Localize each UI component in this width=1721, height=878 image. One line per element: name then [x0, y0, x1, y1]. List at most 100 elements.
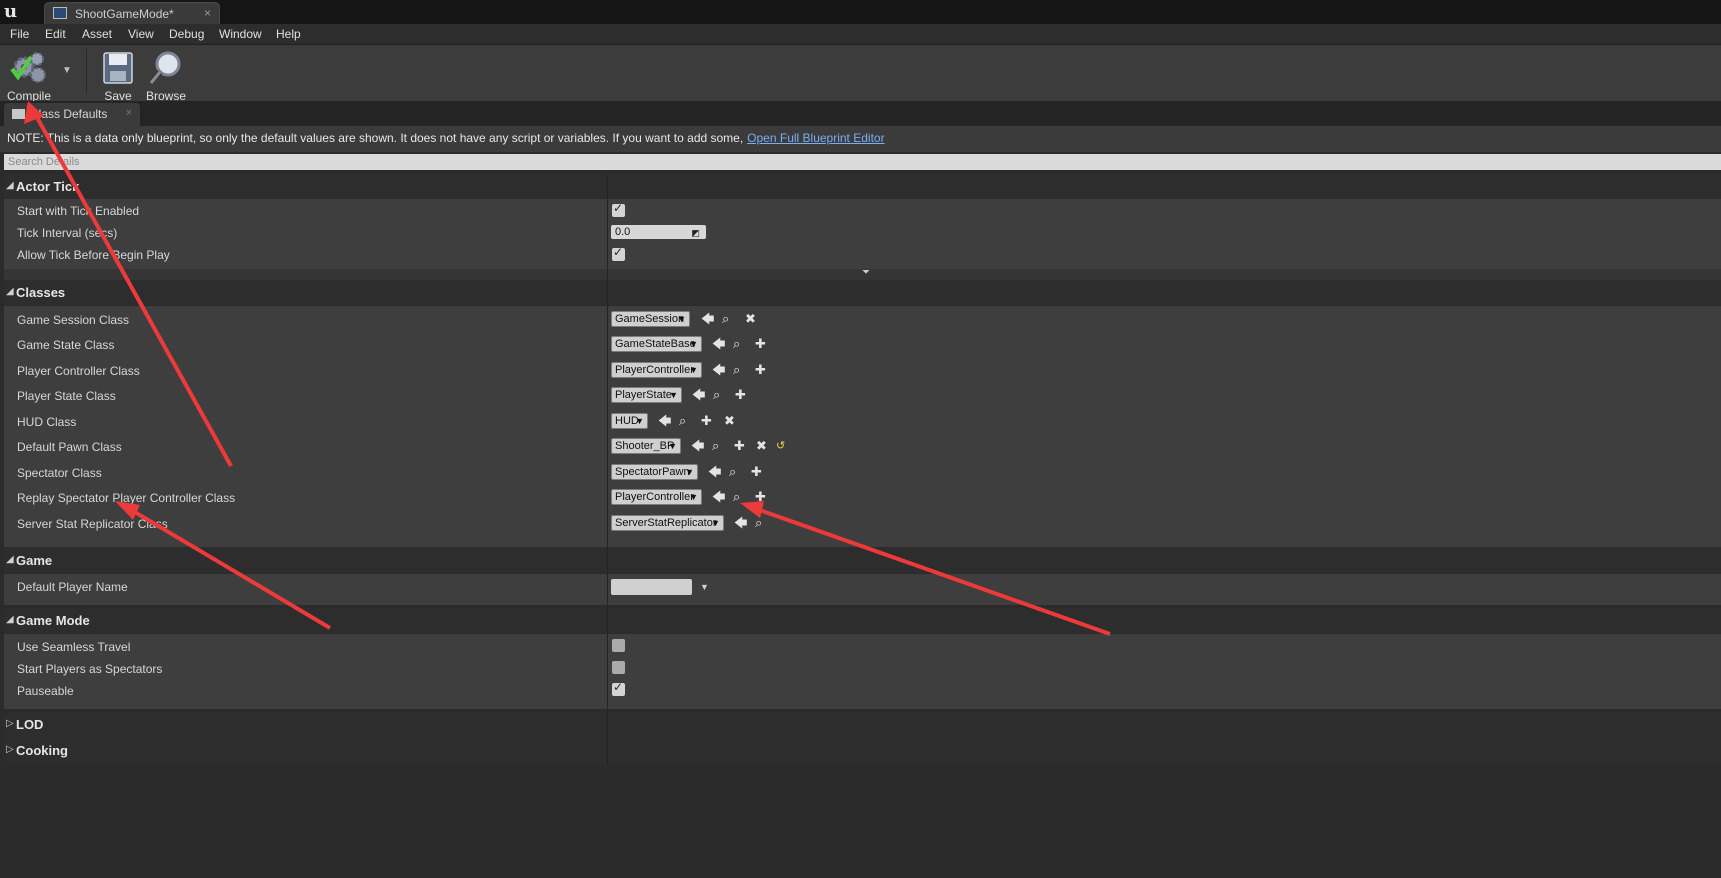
search-icon[interactable]: ⌕ [712, 439, 719, 453]
chevron-down-icon[interactable]: ▼ [62, 65, 72, 76]
close-icon[interactable]: × [204, 6, 211, 20]
search-icon[interactable]: ⌕ [729, 465, 736, 479]
spectator-class-combo[interactable]: SpectatorPawn ▼ [611, 464, 698, 480]
arrow-left-icon[interactable]: 🡄 [701, 312, 714, 326]
browse-button[interactable]: Browse [144, 49, 188, 103]
tick-interval-input[interactable]: 0.0 ◩ [611, 225, 706, 239]
arrow-left-icon[interactable]: 🡄 [712, 363, 725, 377]
menu-window[interactable]: Window [219, 27, 262, 41]
compile-button[interactable]: Compile [6, 49, 52, 103]
category-label: Game [16, 553, 53, 568]
use-seamless-travel-checkbox[interactable] [612, 639, 625, 652]
category-label: Actor Tick [16, 179, 80, 194]
tab-class-defaults[interactable]: Class Defaults × [4, 103, 140, 126]
advanced-expander[interactable]: ⏷ [4, 267, 1721, 280]
close-icon[interactable]: ✖ [724, 414, 735, 428]
save-button[interactable]: Save [100, 49, 136, 103]
category-actor-tick[interactable]: ◢ Actor Tick [4, 174, 1721, 199]
category-cooking[interactable]: ▷ Cooking [4, 738, 1721, 763]
search-input[interactable] [4, 154, 1721, 170]
expand-arrow-icon[interactable]: ▷ [6, 744, 14, 755]
open-full-blueprint-editor-link[interactable]: Open Full Blueprint Editor [747, 131, 884, 145]
tab-class-defaults-label: Class Defaults [30, 107, 108, 121]
column-splitter[interactable] [607, 174, 608, 764]
chevron-down-icon[interactable]: ▼ [700, 581, 709, 593]
collapse-arrow-icon[interactable]: ◢ [6, 286, 14, 297]
document-tab[interactable]: ShootGameMode* × [44, 2, 220, 24]
reset-arrow-icon[interactable]: ↺ [776, 440, 785, 452]
unreal-logo-icon[interactable]: u [4, 2, 24, 22]
plus-icon[interactable]: ✚ [755, 337, 766, 351]
menu-view[interactable]: View [128, 27, 154, 41]
start-with-tick-enabled-checkbox[interactable]: ✓ [612, 201, 625, 217]
search-icon[interactable]: ⌕ [755, 516, 762, 530]
plus-icon[interactable]: ✚ [734, 439, 745, 453]
combo-value: GameStateBase [615, 338, 696, 350]
property-label: Player State Class [17, 389, 116, 403]
property-label: Player Controller Class [17, 364, 140, 378]
menu-help[interactable]: Help [276, 27, 301, 41]
player-controller-class-combo[interactable]: PlayerController ▼ [611, 362, 702, 378]
arrow-left-icon[interactable]: 🡄 [708, 465, 721, 479]
category-classes[interactable]: ◢ Classes [4, 280, 1721, 305]
category-game-mode[interactable]: ◢ Game Mode [4, 608, 1721, 633]
close-icon[interactable]: ✖ [756, 439, 767, 453]
search-icon[interactable]: ⌕ [733, 337, 740, 351]
plus-icon[interactable]: ✚ [751, 465, 762, 479]
arrow-left-icon[interactable]: 🡄 [691, 439, 704, 453]
menu-edit[interactable]: Edit [45, 27, 66, 41]
toolbar-separator [86, 49, 87, 93]
combo-value: PlayerController [615, 364, 694, 376]
close-icon[interactable]: ✖ [745, 312, 756, 326]
property-label: Start with Tick Enabled [17, 204, 140, 218]
game-state-class-combo[interactable]: GameStateBase ▼ [611, 336, 702, 352]
game-session-class-combo[interactable]: GameSession ▼ [611, 311, 690, 327]
actor-tick-properties: Start with Tick Enabled ✓ Tick Interval … [4, 199, 1721, 269]
start-players-as-spectators-checkbox[interactable] [612, 661, 625, 674]
game-properties: Default Player Name ▼ [4, 574, 1721, 605]
hud-class-combo[interactable]: HUD ▼ [611, 413, 648, 429]
collapse-arrow-icon[interactable]: ◢ [6, 554, 14, 565]
magnifier-icon [148, 51, 181, 85]
menu-asset[interactable]: Asset [82, 27, 112, 41]
plus-icon[interactable]: ✚ [735, 388, 746, 402]
close-icon[interactable]: × [126, 107, 132, 119]
arrow-left-icon[interactable]: 🡄 [712, 337, 725, 351]
search-icon[interactable]: ⌕ [722, 312, 729, 326]
default-player-name-input[interactable] [611, 579, 692, 595]
replay-spectator-player-controller-class-combo[interactable]: PlayerController ▼ [611, 489, 702, 505]
category-label: Classes [16, 285, 66, 300]
arrow-left-icon[interactable]: 🡄 [712, 490, 725, 504]
combo-value: SpectatorPawn [615, 466, 690, 478]
allow-tick-before-begin-play-checkbox[interactable]: ✓ [612, 245, 625, 261]
menu-debug[interactable]: Debug [169, 27, 204, 41]
combo-value: Shooter_BP [615, 440, 675, 452]
search-icon[interactable]: ⌕ [733, 490, 740, 504]
pauseable-checkbox[interactable]: ✓ [612, 680, 625, 696]
category-label: LOD [16, 717, 44, 732]
search-icon[interactable]: ⌕ [679, 414, 686, 428]
category-lod[interactable]: ▷ LOD [4, 712, 1721, 737]
collapse-arrow-icon[interactable]: ◢ [6, 180, 14, 191]
plus-icon[interactable]: ✚ [755, 490, 766, 504]
expand-arrow-icon[interactable]: ▷ [6, 718, 14, 729]
category-game[interactable]: ◢ Game [4, 548, 1721, 573]
plus-icon[interactable]: ✚ [701, 414, 712, 428]
search-icon[interactable]: ⌕ [713, 388, 720, 402]
chevron-down-icon: ▼ [711, 518, 720, 528]
chevron-down-icon: ▼ [689, 492, 698, 502]
menu-file[interactable]: File [10, 27, 29, 41]
spin-icon[interactable]: ◩ [691, 226, 700, 240]
arrow-left-icon[interactable]: 🡄 [692, 388, 705, 402]
default-pawn-class-combo[interactable]: Shooter_BP ▼ [611, 438, 681, 454]
server-stat-replicator-class-combo[interactable]: ServerStatReplicator ▼ [611, 515, 724, 531]
arrow-left-icon[interactable]: 🡄 [734, 516, 747, 530]
chevron-down-icon: ▼ [689, 365, 698, 375]
search-icon[interactable]: ⌕ [733, 363, 740, 377]
category-label: Game Mode [16, 613, 90, 628]
player-state-class-combo[interactable]: PlayerState ▼ [611, 387, 682, 403]
arrow-left-icon[interactable]: 🡄 [658, 414, 671, 428]
collapse-arrow-icon[interactable]: ◢ [6, 614, 14, 625]
plus-icon[interactable]: ✚ [755, 363, 766, 377]
chevron-down-icon: ▼ [689, 339, 698, 349]
